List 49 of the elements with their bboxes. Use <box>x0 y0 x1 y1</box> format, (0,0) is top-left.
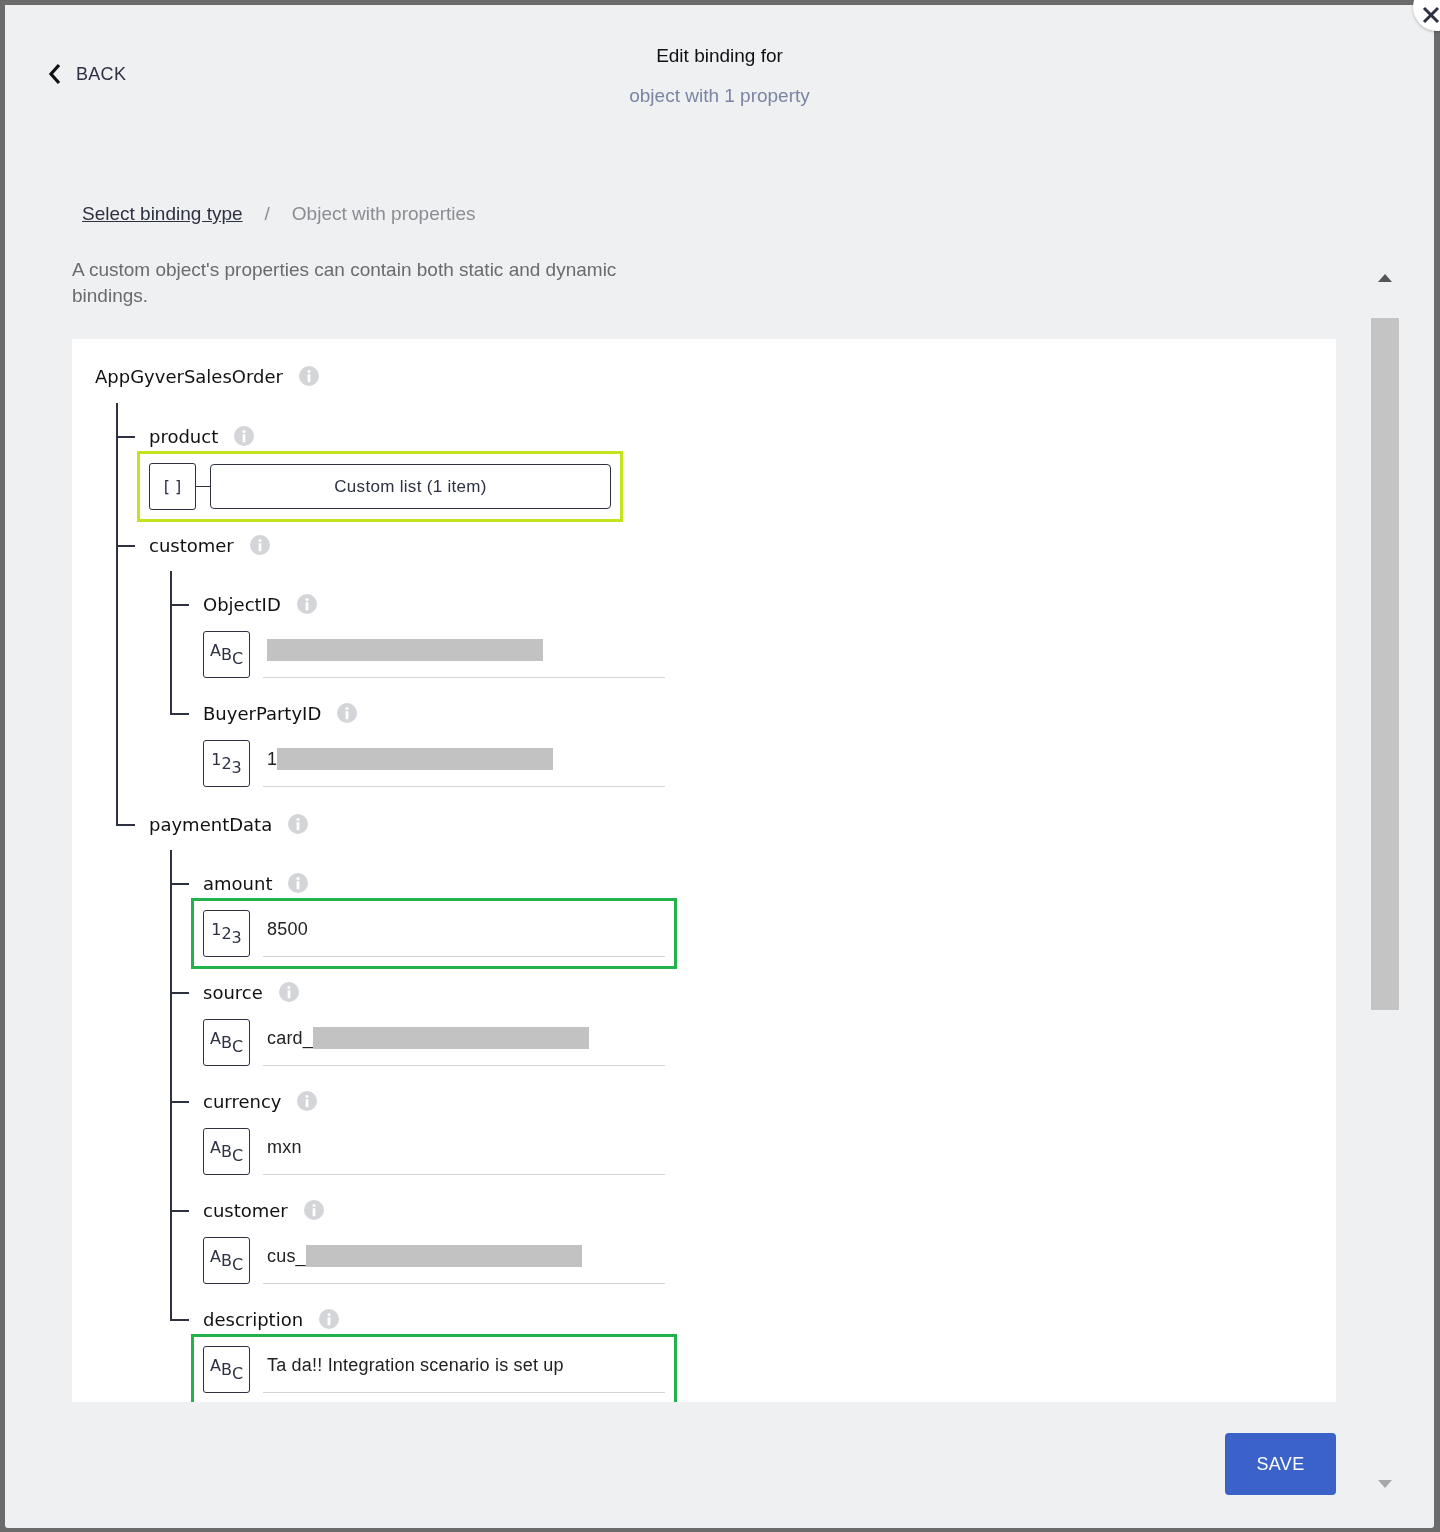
property-name: AppGyverSalesOrder <box>95 365 283 387</box>
breadcrumb-link[interactable]: Select binding type <box>82 201 243 227</box>
custom-list-button[interactable]: Custom list (1 item) <box>210 464 611 509</box>
type-badge[interactable]: 123 <box>203 740 250 787</box>
property-name: customer <box>149 534 234 556</box>
dialog-title: Edit binding for <box>655 44 784 68</box>
property-name: description <box>203 1308 304 1330</box>
breadcrumb-separator: / <box>264 202 270 226</box>
info-icon[interactable] <box>249 535 270 555</box>
close-icon <box>1422 6 1440 24</box>
property-name: customer <box>203 1199 288 1221</box>
property-name: amount <box>203 872 273 894</box>
type-badge[interactable]: ABC <box>203 1019 250 1066</box>
scroll-up-icon[interactable] <box>1378 274 1392 282</box>
property-name: source <box>203 981 263 1003</box>
info-icon[interactable] <box>288 814 309 834</box>
type-badge[interactable]: [ ] <box>149 463 196 510</box>
value-field[interactable]: Ta da!! Integration scenario is set up <box>263 1346 665 1393</box>
value-field[interactable]: cus_ <box>263 1237 665 1284</box>
save-button[interactable]: SAVE <box>1225 1433 1336 1495</box>
info-icon[interactable] <box>234 426 255 446</box>
info-icon[interactable] <box>296 594 317 614</box>
value-field[interactable]: 8500 <box>263 910 665 957</box>
info-icon[interactable] <box>278 982 299 1002</box>
info-icon[interactable] <box>298 366 319 386</box>
property-name: BuyerPartyID <box>203 702 322 724</box>
back-button[interactable]: BACK <box>48 63 127 85</box>
type-badge[interactable]: ABC <box>203 1346 250 1393</box>
property-name: ObjectID <box>203 593 281 615</box>
info-icon[interactable] <box>288 873 309 893</box>
property-name: currency <box>203 1090 282 1112</box>
info-icon[interactable] <box>337 703 358 723</box>
type-badge[interactable]: ABC <box>203 1128 250 1175</box>
type-badge[interactable]: ABC <box>203 1237 250 1284</box>
property-name: product <box>149 425 219 447</box>
type-badge[interactable]: ABC <box>203 631 250 678</box>
value-field[interactable]: mxn <box>263 1128 665 1175</box>
chevron-left-icon <box>48 63 62 85</box>
info-icon[interactable] <box>297 1091 318 1111</box>
breadcrumb-current: Object with properties <box>291 202 476 226</box>
info-icon[interactable] <box>319 1309 340 1329</box>
info-icon[interactable] <box>303 1200 324 1220</box>
dialog-subtitle: object with 1 property <box>629 84 810 108</box>
type-badge[interactable]: 123 <box>203 910 250 957</box>
description-text: A custom object's properties can contain both static and dynamic bindings. <box>72 258 618 308</box>
value-field[interactable]: 1 <box>263 740 665 787</box>
scroll-down-icon[interactable] <box>1378 1480 1392 1488</box>
property-name: paymentData <box>149 813 273 835</box>
value-field[interactable]: card_ <box>263 1019 665 1066</box>
